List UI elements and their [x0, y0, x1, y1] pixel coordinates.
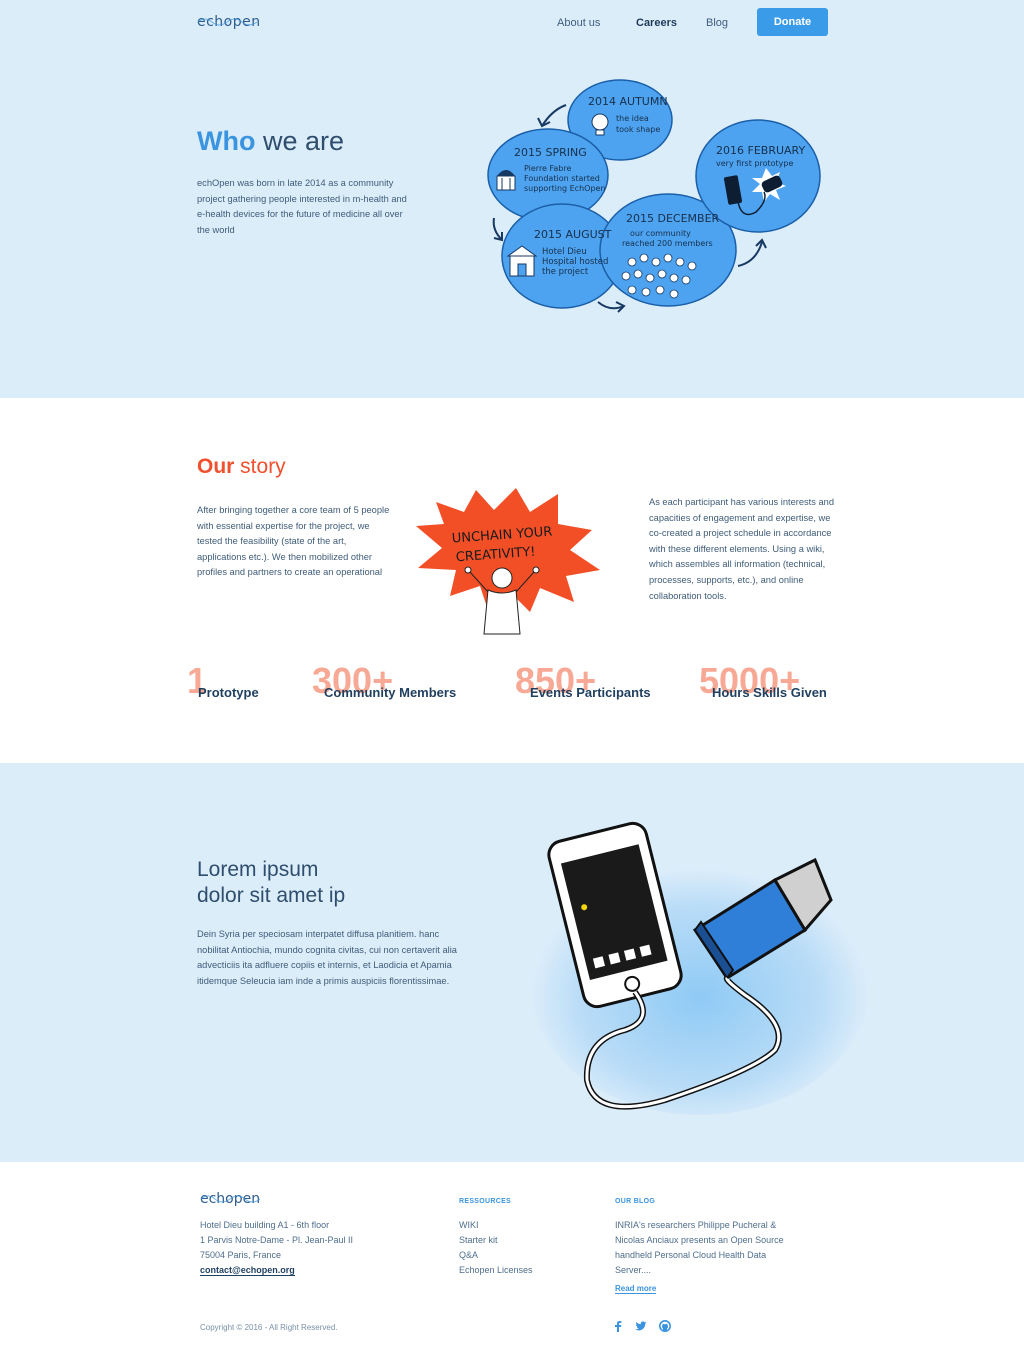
- site-logo[interactable]: echopen: [197, 13, 260, 35]
- who-description: echOpen was born in late 2014 as a commu…: [197, 178, 407, 235]
- facebook-icon[interactable]: [614, 1320, 622, 1332]
- arrow-icon: [492, 217, 503, 241]
- donate-button[interactable]: Donate: [757, 8, 828, 36]
- footer-address-line: Hotel Dieu building A1 - 6th floor: [200, 1220, 330, 1230]
- footer-resources-heading: RESSOURCES: [459, 1198, 512, 1205]
- footer-link-licenses[interactable]: Echopen Licenses: [459, 1265, 533, 1275]
- lorem-title: Lorem ipsum dolor sit amet ip: [197, 858, 346, 907]
- svg-text:our community: our community: [630, 229, 691, 238]
- svg-text:supporting EchOpen: supporting EchOpen: [524, 184, 606, 193]
- footer-blog-excerpt-line: Server....: [615, 1265, 652, 1275]
- arrow-icon: [737, 241, 763, 267]
- svg-text:Hospital hosted: Hospital hosted: [542, 257, 608, 267]
- nav-careers[interactable]: Careers: [636, 17, 677, 29]
- nav-blog[interactable]: Blog: [706, 17, 728, 29]
- svg-text:Pierre Fabre: Pierre Fabre: [524, 164, 571, 173]
- story-right-text: As each participant has various interest…: [649, 497, 835, 601]
- footer-logo-wave-icon: echopen: [200, 1191, 261, 1207]
- footer-blog-excerpt-line: handheld Personal Cloud Health Data: [615, 1250, 767, 1260]
- footer-email-link[interactable]: contact@echopen.org: [200, 1265, 295, 1276]
- svg-text:Hotel Dieu: Hotel Dieu: [542, 247, 587, 257]
- lorem-text: Dein Syria per speciosam interpatet diff…: [197, 929, 457, 986]
- footer-blog-excerpt-line: Nicolas Anciaux presents an Open Source: [615, 1235, 784, 1245]
- footer-link-qa[interactable]: Q&A: [459, 1250, 478, 1260]
- stat-label-events: Events Participants: [530, 685, 651, 700]
- arrow-icon: [541, 104, 567, 127]
- svg-text:2015 DECEMBER: 2015 DECEMBER: [626, 212, 720, 225]
- timeline-illustration: 2014 AUTUMN the idea took shape 2015 SPR…: [487, 79, 821, 313]
- stat-label-prototype: Prototype: [198, 685, 259, 700]
- page-title: Who we are: [197, 126, 345, 156]
- svg-text:2015 AUGUST: 2015 AUGUST: [534, 228, 612, 241]
- github-icon[interactable]: [659, 1320, 671, 1332]
- svg-text:the idea: the idea: [616, 114, 649, 123]
- copyright: Copyright © 2016 - All Right Reserved.: [200, 1323, 338, 1332]
- building-icon: [496, 170, 516, 191]
- footer-link-wiki[interactable]: WIKI: [459, 1220, 479, 1230]
- svg-text:2014 AUTUMN: 2014 AUTUMN: [588, 95, 668, 108]
- footer-blog-heading: OUR BLOG: [615, 1198, 656, 1205]
- logo-wave-icon: echopen: [197, 14, 260, 30]
- unchain-creativity-illustration: UNCHAIN YOUR CREATIVITY!: [416, 488, 600, 635]
- story-title: Our story: [197, 455, 286, 478]
- phone-probe-illustration: [530, 821, 870, 1115]
- footer-address-line: 75004 Paris, France: [200, 1250, 282, 1260]
- svg-text:echopen: echopen: [197, 14, 259, 30]
- svg-text:the project: the project: [542, 267, 589, 277]
- svg-text:Foundation started: Foundation started: [524, 174, 600, 183]
- svg-text:reached 200 members: reached 200 members: [622, 239, 713, 248]
- stat-label-community: Community Members: [324, 685, 457, 700]
- stat-label-hours: Hours Skills Given: [712, 685, 827, 700]
- read-more-link[interactable]: Read more: [615, 1284, 657, 1294]
- svg-text:2015 SPRING: 2015 SPRING: [514, 146, 587, 159]
- story-left-text: After bringing together a core team of 5…: [197, 505, 390, 578]
- footer-logo[interactable]: echopen: [200, 1190, 262, 1213]
- svg-text:2016 FEBRUARY: 2016 FEBRUARY: [716, 144, 805, 157]
- footer-blog-excerpt-line: INRIA's researchers Philippe Pucheral &: [615, 1220, 777, 1230]
- svg-text:very first prototype: very first prototype: [716, 159, 793, 168]
- twitter-icon[interactable]: [635, 1320, 647, 1332]
- footer-link-starter-kit[interactable]: Starter kit: [459, 1235, 498, 1245]
- svg-text:took shape: took shape: [616, 125, 660, 134]
- footer-address-line: 1 Parvis Notre-Dame - Pl. Jean-Paul II: [200, 1235, 354, 1245]
- nav-about-us[interactable]: About us: [557, 17, 600, 29]
